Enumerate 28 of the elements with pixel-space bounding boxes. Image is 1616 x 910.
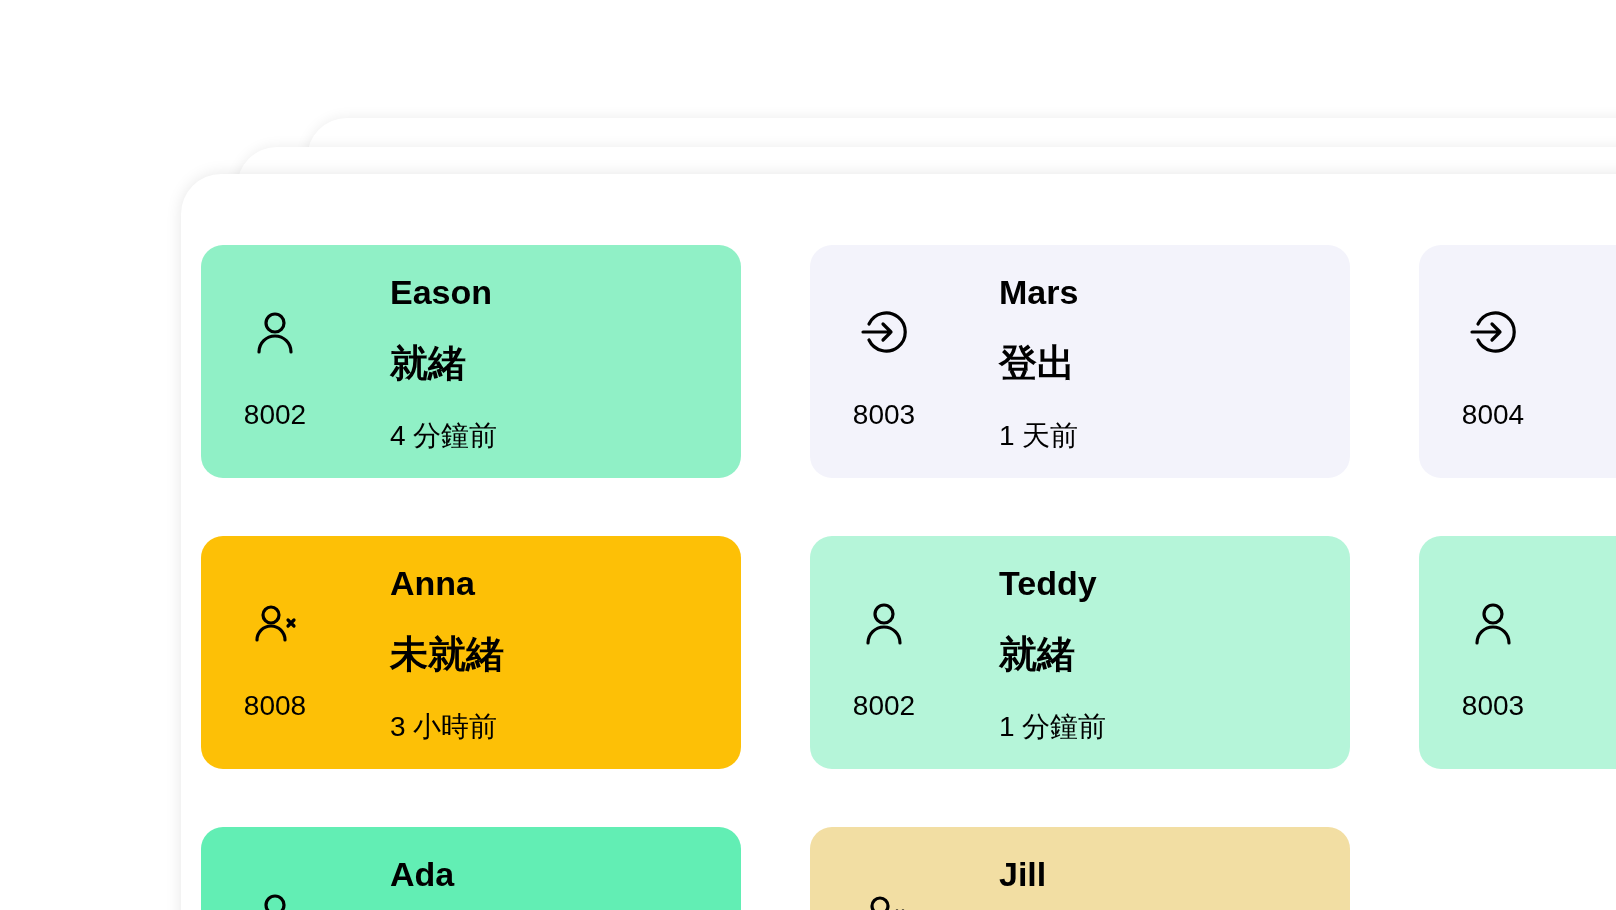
elapsed-time: 1 分鐘前 <box>999 710 1107 744</box>
status-label: 未就緒 <box>390 632 504 677</box>
agent-card[interactable]: 8008 Anna 未就緒 3 小時前 <box>201 536 741 769</box>
extension-number: 8002 <box>243 398 307 432</box>
agent-name: Anna <box>390 563 475 604</box>
agent-name: Eason <box>390 272 493 313</box>
agent-name: Ada <box>390 854 455 895</box>
agent-card[interactable]: 8002 Teddy 就緒 1 分鐘前 <box>810 536 1350 769</box>
extension-number: 8002 <box>852 689 916 723</box>
agent-card[interactable]: Ada <box>201 827 741 910</box>
agent-card[interactable]: 8002 Eason 就緒 4 分鐘前 <box>201 245 741 478</box>
extension-number: 8004 <box>1461 398 1525 432</box>
agent-name: Mars <box>999 272 1079 313</box>
agent-card[interactable]: 8003 Mars 登出 1 天前 <box>810 245 1350 478</box>
extension-number: 8003 <box>852 398 916 432</box>
agent-name: Jill <box>999 854 1047 895</box>
extension-number: 8003 <box>1461 689 1525 723</box>
status-label: 就緒 <box>999 632 1075 677</box>
agent-card[interactable]: 8004 <box>1419 245 1616 478</box>
elapsed-time: 4 分鐘前 <box>390 419 498 453</box>
status-label: 登出 <box>999 341 1075 386</box>
agent-name: Teddy <box>999 563 1097 604</box>
agent-card[interactable]: 8003 <box>1419 536 1616 769</box>
extension-number: 8008 <box>243 689 307 723</box>
status-label: 就緒 <box>390 341 466 386</box>
elapsed-time: 3 小時前 <box>390 710 498 744</box>
agent-card[interactable]: Jill <box>810 827 1350 910</box>
elapsed-time: 1 天前 <box>999 419 1079 453</box>
